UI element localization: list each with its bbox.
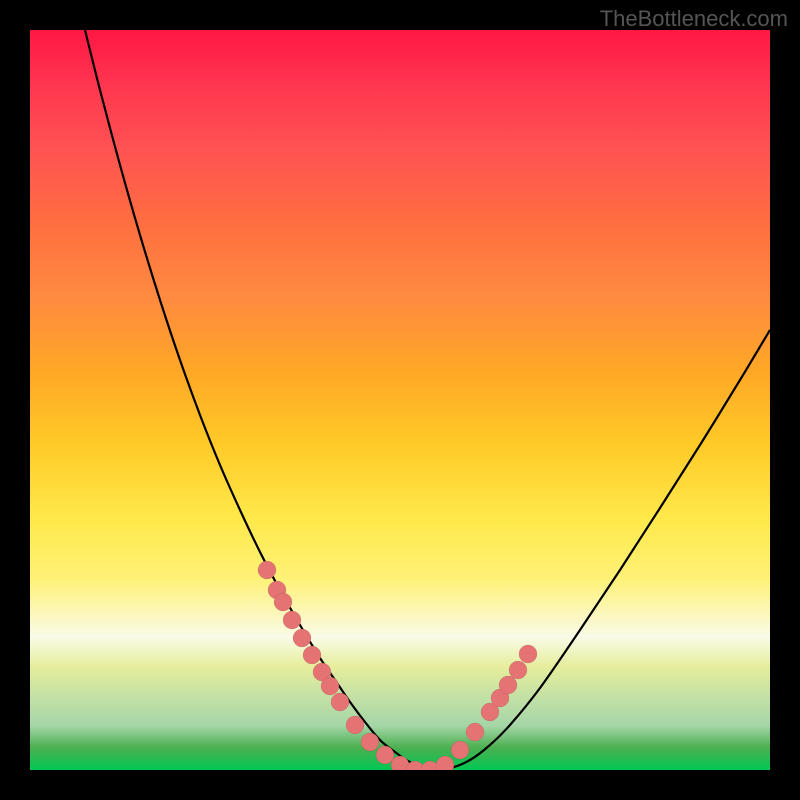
data-point	[258, 561, 276, 579]
data-point	[303, 646, 321, 664]
data-point	[451, 741, 469, 759]
data-point	[509, 661, 527, 679]
data-point	[519, 645, 537, 663]
data-point	[274, 593, 292, 611]
watermark-text: TheBottleneck.com	[600, 6, 788, 32]
curve-path	[85, 30, 770, 769]
chart-container: TheBottleneck.com	[0, 0, 800, 800]
data-point	[376, 746, 394, 764]
data-point	[321, 677, 339, 695]
plot-area	[30, 30, 770, 770]
chart-svg	[30, 30, 770, 770]
data-point	[283, 611, 301, 629]
dots-group	[258, 561, 537, 770]
data-point	[331, 693, 349, 711]
data-point	[436, 756, 454, 770]
data-point	[293, 629, 311, 647]
data-point	[346, 716, 364, 734]
data-point	[499, 676, 517, 694]
data-point	[361, 733, 379, 751]
data-point	[466, 723, 484, 741]
